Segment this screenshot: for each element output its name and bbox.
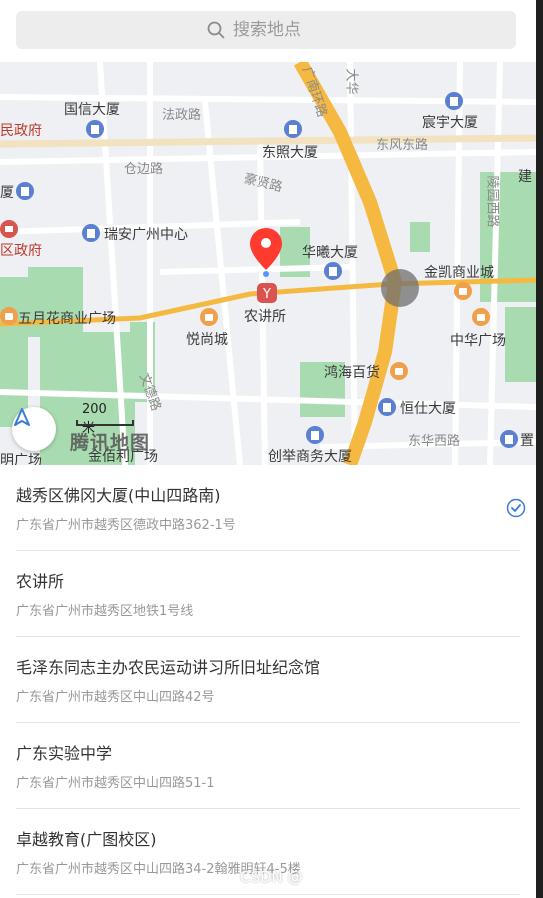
poi-label: 农讲所 (244, 309, 286, 325)
building-icon (324, 262, 342, 280)
shopping-icon (0, 307, 18, 325)
scale-bar (76, 420, 134, 426)
place-item[interactable]: 毛泽东同志主办农民运动讲习所旧址纪念馆 广东省广州市越秀区中山四路42号 (16, 637, 520, 723)
place-address: 广东省广州市越秀区中山四路42号 (16, 690, 215, 705)
shopping-icon (200, 308, 218, 326)
poi-label: 瑞安广州中心 (104, 227, 188, 243)
road-label: 东华西路 (408, 434, 461, 449)
poi-label: 民政府 (0, 123, 42, 139)
place-address: 广东省广州市越秀区中山四路51-1 (16, 776, 215, 791)
shopping-icon (454, 282, 472, 300)
poi-label: 厦 (0, 185, 14, 201)
poi-label: 国信大厦 (64, 102, 120, 118)
place-item[interactable]: 广东实验中学 广东省广州市越秀区中山四路51-1 (16, 723, 520, 809)
poi-label: 明广场 (0, 453, 42, 465)
poi-label: 建 (518, 169, 532, 185)
government-icon (0, 220, 18, 238)
locate-me-button[interactable] (12, 407, 56, 451)
place-title: 卓越教育(广图校区) (16, 830, 157, 849)
building-icon (82, 224, 100, 242)
place-list: 越秀区佛冈大厦(中山四路南) 广东省广州市越秀区德政中路362-1号 农讲所 广… (0, 465, 536, 895)
building-icon (16, 182, 34, 200)
road-label: 东风东路 (376, 138, 429, 153)
poi-label: 区政府 (0, 243, 42, 259)
metro-station-icon: Y (257, 283, 277, 303)
map-brand-logo: 腾讯地图 (70, 432, 151, 454)
poi-label: 置 (520, 433, 534, 449)
app-frame: Y 国信大厦 东照大厦 宸宇大厦 民政府 厦 瑞安广州中心 区政府 华曦大厦 金… (0, 0, 536, 898)
building-icon (306, 426, 324, 444)
place-title: 越秀区佛冈大厦(中山四路南) (16, 486, 221, 505)
poi-label: 东照大厦 (262, 145, 318, 161)
place-title: 广东实验中学 (16, 744, 113, 763)
search-header (0, 0, 536, 62)
poi-label: 华曦大厦 (302, 245, 358, 261)
map-view[interactable]: Y 国信大厦 东照大厦 宸宇大厦 民政府 厦 瑞安广州中心 区政府 华曦大厦 金… (0, 62, 536, 465)
place-title: 农讲所 (16, 572, 65, 591)
road-label: 陵园西路 (484, 175, 500, 228)
poi-label: 五月花商业广场 (18, 311, 116, 327)
place-address: 广东省广州市越秀区德政中路362-1号 (16, 518, 236, 533)
checkmark-icon (506, 498, 526, 518)
building-icon (284, 120, 302, 138)
place-item[interactable]: 越秀区佛冈大厦(中山四路南) 广东省广州市越秀区德政中路362-1号 (16, 465, 526, 551)
building-icon (378, 398, 396, 416)
poi-label: 悦尚城 (186, 332, 228, 348)
building-icon (500, 430, 518, 448)
building-icon (445, 92, 463, 110)
poi-label: 恒仕大厦 (400, 401, 456, 417)
search-bar[interactable] (16, 11, 516, 49)
road-label: 仓边路 (124, 162, 164, 177)
search-icon (207, 21, 225, 39)
poi-label: 宸宇大厦 (422, 115, 478, 131)
building-icon (86, 120, 104, 138)
watermark: CSDN @ (240, 868, 303, 886)
svg-text:Y: Y (262, 287, 271, 302)
poi-label: 创举商务大厦 (268, 449, 352, 465)
shopping-icon (390, 362, 408, 380)
poi-label: 金凯商业城 (424, 265, 494, 281)
shopping-icon (472, 308, 490, 326)
navigation-arrow-icon (14, 408, 30, 426)
window-edge (536, 0, 543, 898)
poi-label: 鸿海百货 (324, 365, 380, 381)
search-input[interactable] (233, 20, 325, 40)
place-item[interactable]: 农讲所 广东省广州市越秀区地铁1号线 (16, 551, 520, 637)
location-pin-icon (250, 228, 282, 277)
place-address: 广东省广州市越秀区地铁1号线 (16, 604, 194, 619)
poi-label: 中华广场 (450, 333, 506, 349)
place-title: 毛泽东同志主办农民运动讲习所旧址纪念馆 (16, 658, 321, 677)
road-label: 大华 (343, 68, 359, 95)
road-label: 法政路 (162, 108, 202, 123)
